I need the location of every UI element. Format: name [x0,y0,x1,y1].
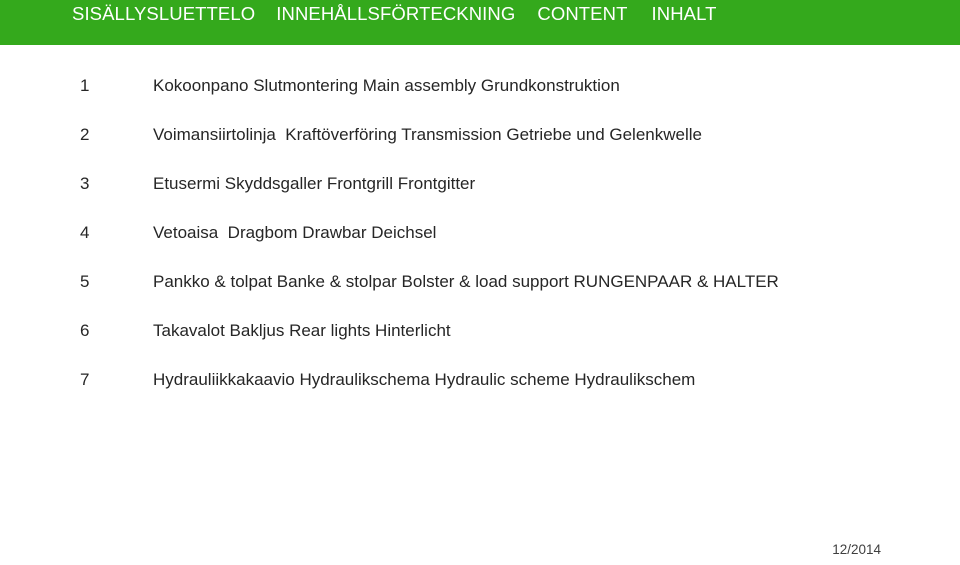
list-item[interactable]: 5 Pankko & tolpat Banke & stolpar Bolste… [0,266,960,315]
list-item-label: Vetoaisa Dragbom Drawbar Deichsel [153,223,437,242]
list-item-number: 1 [80,76,90,95]
list-item-label: Takavalot Bakljus Rear lights Hinterlich… [153,321,451,340]
list-item[interactable]: 7 Hydrauliikkakaavio Hydraulikschema Hyd… [0,364,960,413]
list-item-number: 5 [80,272,90,291]
list-item-label: Pankko & tolpat Banke & stolpar Bolster … [153,272,779,291]
list-item-label: Voimansiirtolinja Kraftöverföring Transm… [153,125,702,144]
table-of-contents-list: 1 Kokoonpano Slutmontering Main assembly… [0,70,960,413]
footer-date: 12/2014 [832,542,881,557]
list-item-number: 3 [80,174,90,193]
header-bar: SISÄLLYSLUETTELO INNEHÅLLSFÖRTECKNING CO… [0,0,960,45]
list-item-number: 4 [80,223,90,242]
list-item[interactable]: 2 Voimansiirtolinja Kraftöverföring Tran… [0,119,960,168]
list-item-label: Etusermi Skyddsgaller Frontgrill Frontgi… [153,174,476,193]
list-item-number: 6 [80,321,90,340]
header-title-group: SISÄLLYSLUETTELO INNEHÅLLSFÖRTECKNING CO… [72,3,717,25]
list-item-number: 2 [80,125,90,144]
list-item-number: 7 [80,370,90,389]
list-item[interactable]: 3 Etusermi Skyddsgaller Frontgrill Front… [0,168,960,217]
header-title-inhalt: INHALT [651,3,717,24]
list-item[interactable]: 4 Vetoaisa Dragbom Drawbar Deichsel [0,217,960,266]
list-item-label: Hydrauliikkakaavio Hydraulikschema Hydra… [153,370,696,389]
header-title-innehallsforteckning: INNEHÅLLSFÖRTECKNING [276,3,516,24]
header-title-sisallysluettelo: SISÄLLYSLUETTELO [72,3,256,24]
header-title-content: CONTENT [537,3,628,24]
list-item[interactable]: 6 Takavalot Bakljus Rear lights Hinterli… [0,315,960,364]
list-item[interactable]: 1 Kokoonpano Slutmontering Main assembly… [0,70,960,119]
list-item-label: Kokoonpano Slutmontering Main assembly G… [153,76,620,95]
